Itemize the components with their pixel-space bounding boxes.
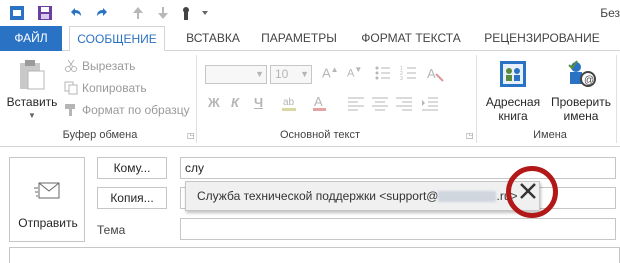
up-arrow-icon[interactable] bbox=[129, 4, 147, 22]
cut-label: Вырезать bbox=[82, 59, 136, 73]
copy-button[interactable]: Копировать bbox=[64, 79, 147, 97]
svg-text:3: 3 bbox=[400, 76, 403, 82]
subject-field[interactable] bbox=[180, 218, 616, 240]
autocomplete-popup: Служба технической поддержки <support@ .r… bbox=[185, 181, 540, 211]
check-names-icon: @ bbox=[566, 59, 596, 92]
divider bbox=[196, 55, 197, 143]
underline-button[interactable]: Ч bbox=[254, 95, 263, 110]
send-button[interactable]: Отправить bbox=[9, 157, 85, 242]
italic-button[interactable]: К bbox=[231, 95, 239, 110]
clipboard-group-label: Буфер обмена bbox=[62, 129, 138, 141]
tab-insert[interactable]: ВСТАВКА bbox=[183, 26, 243, 51]
address-book-label-1: Адресная bbox=[485, 95, 541, 109]
align-center-icon[interactable] bbox=[370, 95, 390, 111]
suggestion-prefix: Служба технической поддержки <support@ bbox=[197, 189, 439, 203]
svg-text:@: @ bbox=[584, 75, 594, 86]
ribbon: Вставить ▼ Вырезать Копировать Формат по… bbox=[0, 51, 620, 147]
message-body[interactable] bbox=[9, 247, 620, 263]
address-book-label-2: книга bbox=[498, 109, 528, 123]
numbering-icon[interactable]: 123 bbox=[400, 64, 418, 82]
send-icon bbox=[34, 180, 62, 205]
copy-label: Копировать bbox=[82, 81, 147, 95]
clipboard-icon bbox=[18, 59, 46, 94]
quick-access-toolbar: Без bbox=[0, 0, 620, 26]
indent-icon[interactable] bbox=[420, 95, 440, 111]
font-size-combo[interactable]: 10 ▼ bbox=[270, 65, 312, 84]
chevron-down-icon: ▼ bbox=[300, 69, 309, 79]
bold-button[interactable]: Ж bbox=[208, 95, 220, 110]
format-painter-button[interactable]: Формат по образцу bbox=[64, 101, 190, 119]
tab-file[interactable]: ФАЙЛ bbox=[0, 26, 62, 51]
svg-text:ab: ab bbox=[283, 97, 295, 108]
format-painter-icon bbox=[64, 103, 78, 117]
ribbon-tabs: ФАЙЛ СООБЩЕНИЕ ВСТАВКА ПАРАМЕТРЫ ФОРМАТ … bbox=[0, 26, 620, 52]
check-names-label-2: имена bbox=[563, 109, 599, 123]
cc-button[interactable]: Копия... bbox=[97, 187, 167, 209]
touch-mode-icon[interactable] bbox=[177, 4, 195, 22]
clipboard-launcher-icon[interactable]: ◳ bbox=[187, 131, 195, 140]
check-names-button[interactable]: @ Проверить имена bbox=[548, 55, 614, 125]
highlight-icon[interactable]: ab bbox=[281, 93, 303, 113]
basic-text-group-label: Основной текст bbox=[280, 129, 360, 141]
outlook-app-icon bbox=[8, 4, 26, 22]
font-color-icon[interactable]: A bbox=[312, 93, 334, 113]
copy-icon bbox=[64, 81, 78, 95]
tab-review[interactable]: РЕЦЕНЗИРОВАНИЕ bbox=[478, 26, 606, 51]
to-button[interactable]: Кому... bbox=[97, 157, 167, 179]
tab-options[interactable]: ПАРАМЕТРЫ bbox=[255, 26, 343, 51]
shrink-font-icon[interactable]: A▼ bbox=[347, 65, 369, 83]
customize-dropdown-icon[interactable] bbox=[196, 4, 214, 22]
bullets-icon[interactable] bbox=[374, 64, 392, 82]
cut-button[interactable]: Вырезать bbox=[64, 57, 135, 75]
paste-button[interactable]: Вставить ▼ bbox=[6, 55, 58, 125]
basic-text-launcher-icon[interactable]: ◳ bbox=[466, 131, 474, 140]
clear-formatting-icon[interactable]: A bbox=[426, 64, 444, 82]
scissors-icon bbox=[64, 59, 78, 73]
check-names-label-1: Проверить bbox=[550, 95, 611, 109]
redo-icon[interactable] bbox=[94, 4, 112, 22]
svg-text:A: A bbox=[314, 94, 323, 109]
undo-icon[interactable] bbox=[66, 4, 84, 22]
redacted-domain bbox=[438, 191, 497, 203]
send-label: Отправить bbox=[18, 216, 78, 230]
paste-label: Вставить bbox=[6, 95, 58, 109]
highlight-circle bbox=[506, 166, 558, 218]
tab-format-text[interactable]: ФОРМАТ ТЕКСТА bbox=[356, 26, 466, 51]
divider bbox=[616, 55, 617, 143]
down-arrow-icon[interactable] bbox=[154, 4, 172, 22]
autocomplete-suggestion[interactable]: Служба технической поддержки <support@ .r… bbox=[197, 189, 518, 203]
save-icon[interactable] bbox=[36, 4, 54, 22]
divider bbox=[476, 55, 477, 143]
chevron-down-icon: ▼ bbox=[255, 69, 264, 79]
names-group-label: Имена bbox=[533, 129, 567, 141]
tab-message[interactable]: СООБЩЕНИЕ bbox=[69, 26, 165, 52]
paste-dropdown-icon: ▼ bbox=[28, 111, 36, 120]
font-name-combo[interactable]: ▼ bbox=[205, 65, 267, 84]
font-size-value: 10 bbox=[275, 67, 289, 81]
address-book-icon bbox=[498, 59, 528, 92]
svg-text:A: A bbox=[427, 66, 436, 81]
grow-font-icon[interactable]: A▲ bbox=[322, 65, 344, 83]
align-left-icon[interactable] bbox=[346, 95, 366, 111]
align-right-icon[interactable] bbox=[394, 95, 414, 111]
format-painter-label: Формат по образцу bbox=[82, 103, 190, 117]
window-title: Без bbox=[600, 6, 620, 20]
subject-label: Тема bbox=[97, 223, 126, 237]
address-book-button[interactable]: Адресная книга bbox=[482, 55, 544, 125]
